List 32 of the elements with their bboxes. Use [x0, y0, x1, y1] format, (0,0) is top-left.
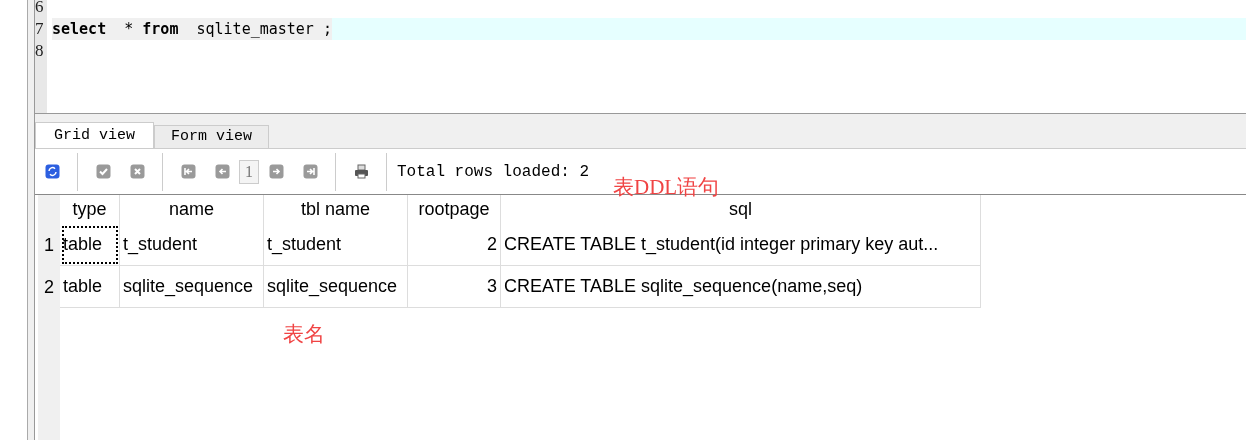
tab[interactable]: Grid view	[35, 122, 154, 148]
tab[interactable]: Form view	[154, 125, 270, 148]
column-header[interactable]: rootpage	[418, 199, 490, 219]
table-cell: t_student	[119, 224, 264, 266]
line-number: 8	[35, 40, 45, 62]
refresh-icon	[44, 164, 60, 179]
table-cell: table	[60, 265, 120, 308]
table-cell: CREATE TABLE t_student(id integer primary key aut...	[500, 224, 981, 266]
annotation-text: 表名	[283, 321, 325, 348]
last-page-icon	[302, 164, 318, 179]
row-number: 1	[44, 234, 54, 256]
table-cell: 2	[407, 224, 501, 266]
table-cell: table	[60, 224, 120, 266]
table-cell: t_student	[263, 224, 408, 266]
column-header[interactable]: name	[169, 199, 214, 219]
close-icon	[129, 164, 145, 179]
row-number: 2	[44, 276, 54, 298]
column-header[interactable]: sql	[729, 199, 752, 219]
splitter-bar[interactable]	[28, 0, 35, 440]
first-page-icon	[180, 164, 196, 179]
printer-icon	[353, 164, 369, 179]
annotation-text: 表DDL语句	[613, 174, 720, 201]
table-cell: sqlite_sequence	[263, 265, 408, 308]
table-cell: CREATE TABLE sqlite_sequence(name,seq)	[500, 265, 981, 308]
table-cell: 3	[407, 265, 501, 308]
line-number: 6	[35, 0, 45, 18]
column-header[interactable]: tbl name	[300, 199, 370, 219]
status-text: Total rows loaded: 2	[397, 162, 590, 181]
checkmark-icon	[95, 164, 111, 179]
table-cell: sqlite_sequence	[119, 265, 264, 308]
column-header[interactable]: type	[72, 199, 107, 219]
line-number: 7	[35, 18, 45, 40]
